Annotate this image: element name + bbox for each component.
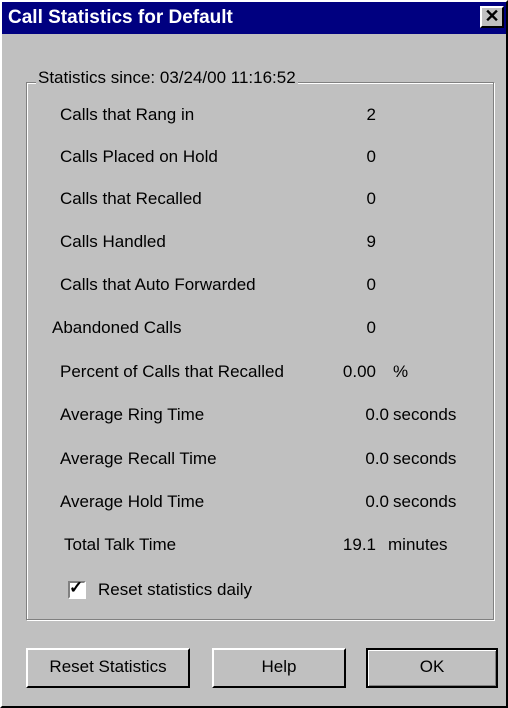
stat-row-percent-recalled: Percent of Calls that Recalled 0.00 % bbox=[2, 362, 508, 386]
stat-value: 0.0 bbox=[365, 449, 389, 468]
reset-daily-checkbox[interactable]: ✓ bbox=[68, 578, 86, 599]
stat-value: 0 bbox=[366, 275, 376, 294]
window-title: Call Statistics for Default bbox=[8, 7, 233, 28]
stat-value: 0 bbox=[366, 189, 376, 208]
stat-value: 0 bbox=[366, 318, 376, 337]
stat-unit: seconds bbox=[393, 492, 457, 511]
reset-daily-label[interactable]: Reset statistics daily bbox=[98, 580, 252, 600]
stat-label: Abandoned Calls bbox=[52, 318, 182, 337]
stat-unit: % bbox=[393, 362, 409, 381]
stat-row-calls-auto-forwarded: Calls that Auto Forwarded 0 bbox=[2, 275, 508, 299]
stat-label: Calls Placed on Hold bbox=[60, 147, 218, 166]
stat-unit: seconds bbox=[393, 405, 457, 424]
stat-label: Calls that Auto Forwarded bbox=[60, 275, 256, 294]
stat-row-average-ring-time: Average Ring Time 0.0 seconds bbox=[2, 405, 508, 429]
stat-label: Percent of Calls that Recalled bbox=[60, 362, 284, 381]
stat-value: 19.1 bbox=[342, 535, 376, 554]
stat-value: 0.00 bbox=[342, 362, 376, 381]
stat-label: Total Talk Time bbox=[64, 535, 177, 554]
stat-row-abandoned-calls: Abandoned Calls 0 bbox=[2, 318, 508, 342]
close-icon: ✕ bbox=[484, 6, 500, 26]
stat-label: Average Ring Time bbox=[60, 405, 205, 424]
stat-label: Calls Handled bbox=[60, 232, 166, 251]
stat-row-calls-recalled: Calls that Recalled 0 bbox=[2, 189, 508, 213]
stat-value: 2 bbox=[366, 105, 376, 124]
stat-value: 0.0 bbox=[365, 405, 389, 424]
stat-row-total-talk-time: Total Talk Time 19.1 minutes bbox=[2, 535, 508, 559]
stat-row-calls-handled: Calls Handled 9 bbox=[2, 232, 508, 256]
stat-unit: minutes bbox=[388, 535, 448, 554]
stat-row-calls-rang-in: Calls that Rang in 2 bbox=[2, 105, 508, 129]
stat-label: Average Hold Time bbox=[60, 492, 205, 511]
stat-value: 9 bbox=[366, 232, 376, 251]
stat-row-average-recall-time: Average Recall Time 0.0 seconds bbox=[2, 449, 508, 473]
stat-value: 0.0 bbox=[365, 492, 389, 511]
stat-row-calls-on-hold: Calls Placed on Hold 0 bbox=[2, 147, 508, 171]
reset-statistics-button[interactable]: Reset Statistics bbox=[26, 648, 190, 688]
stat-label: Calls that Recalled bbox=[60, 189, 202, 208]
stat-row-average-hold-time: Average Hold Time 0.0 seconds bbox=[2, 492, 508, 516]
ok-button[interactable]: OK bbox=[366, 648, 498, 688]
checkmark-icon: ✓ bbox=[69, 578, 84, 597]
call-statistics-dialog: Call Statistics for Default ✕ Statistics… bbox=[0, 0, 508, 708]
close-button[interactable]: ✕ bbox=[480, 6, 504, 28]
help-button[interactable]: Help bbox=[212, 648, 346, 688]
stat-unit: seconds bbox=[393, 449, 457, 468]
stat-label: Average Recall Time bbox=[60, 449, 217, 468]
title-bar[interactable]: Call Statistics for Default ✕ bbox=[2, 2, 506, 34]
stat-label: Calls that Rang in bbox=[60, 105, 195, 124]
stat-value: 0 bbox=[366, 147, 376, 166]
statistics-since-label: Statistics since: 03/24/00 11:16:52 bbox=[36, 68, 298, 88]
